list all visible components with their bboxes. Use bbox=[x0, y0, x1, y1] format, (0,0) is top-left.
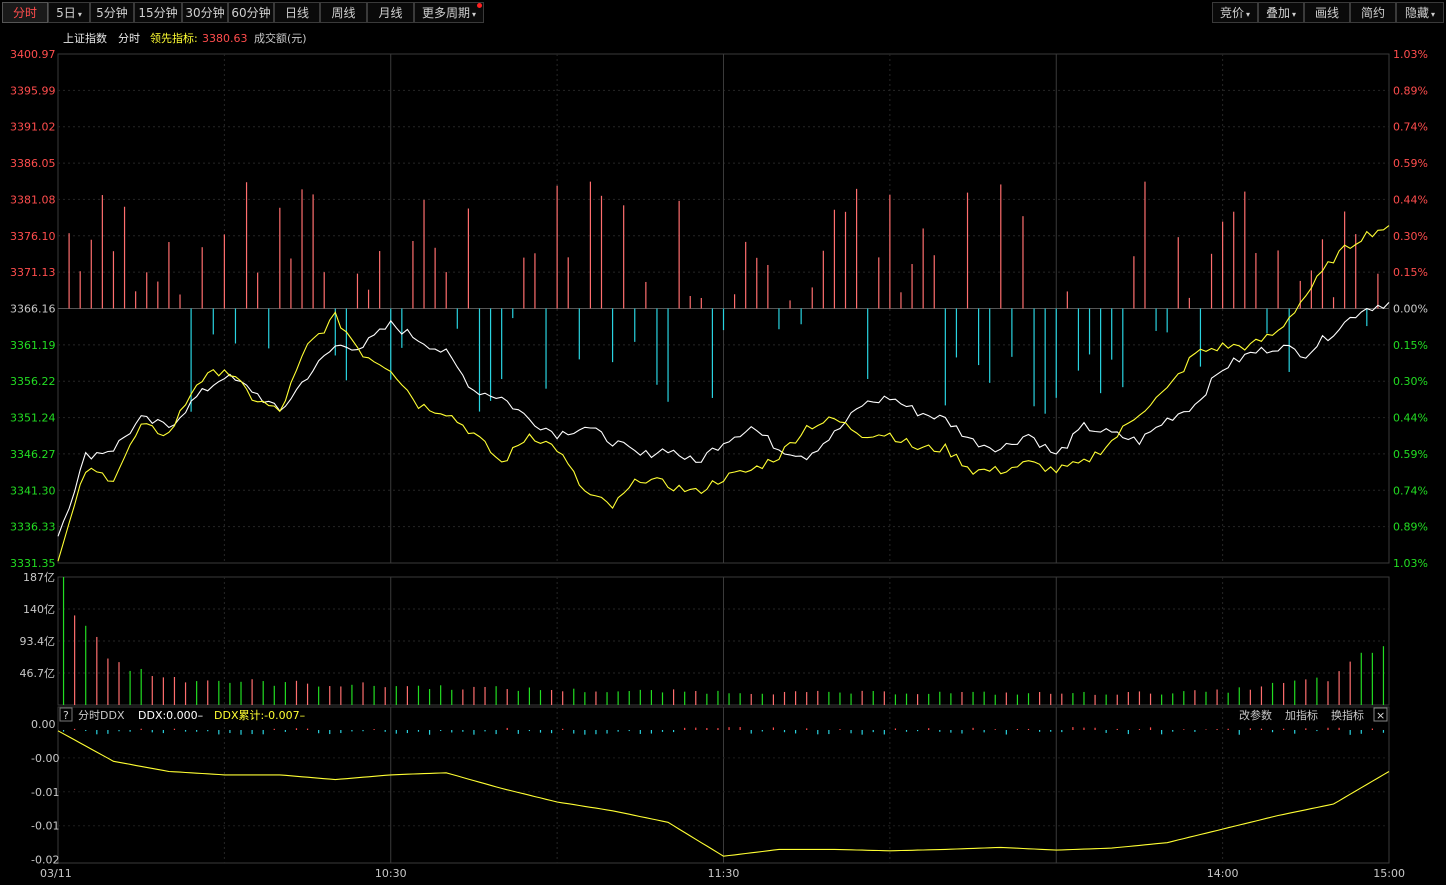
percent-axis-tick: 0.59% bbox=[1393, 157, 1428, 170]
grid bbox=[57, 53, 1390, 864]
price-axis-tick: 3346.27 bbox=[10, 448, 56, 461]
time-axis-tick: 11:30 bbox=[708, 867, 740, 880]
price-axis-tick: 3376.10 bbox=[10, 230, 56, 243]
time-axis-tick: 15:00 bbox=[1373, 867, 1405, 880]
percent-axis-tick: 0.44% bbox=[1393, 412, 1428, 425]
legend-mode: 分时 bbox=[118, 32, 140, 45]
legend-leading-value: 3380.63 bbox=[202, 32, 248, 45]
volume-axis-tick: 187亿 bbox=[23, 571, 55, 584]
price-axis-tick: 3386.05 bbox=[10, 157, 56, 170]
switch-indicator-button[interactable]: 换指标 bbox=[1331, 708, 1364, 722]
change-params-button[interactable]: 改参数 bbox=[1239, 708, 1272, 722]
percent-axis-tick: 0.74% bbox=[1393, 484, 1428, 497]
percent-axis-tick: 0.30% bbox=[1393, 230, 1428, 243]
percent-axis-tick: 0.30% bbox=[1393, 375, 1428, 388]
ddx-value: DDX:0.000– bbox=[138, 709, 203, 722]
axis-labels: 3400.97 1.03% 3395.99 0.89% 3391.02 0.74% 3386… bbox=[10, 48, 1428, 880]
ddx-cumulative-value: DDX累计:-0.007– bbox=[214, 709, 305, 722]
close-subpanel-glyph: × bbox=[1376, 709, 1385, 722]
volume-axis-tick: 46.7亿 bbox=[20, 667, 56, 680]
percent-axis-tick: 0.44% bbox=[1393, 193, 1428, 206]
percent-axis-tick: 0.59% bbox=[1393, 448, 1428, 461]
percent-axis-tick: 0.15% bbox=[1393, 339, 1428, 352]
price-axis-tick: 3371.13 bbox=[10, 266, 56, 279]
price-axis-tick: 3400.97 bbox=[10, 48, 56, 61]
percent-axis-tick: 1.03% bbox=[1393, 557, 1428, 570]
intraday-chart[interactable]: 3400.97 1.03% 3395.99 0.89% 3391.02 0.74% 3386… bbox=[0, 0, 1446, 885]
time-axis-tick: 03/11 bbox=[40, 867, 72, 880]
time-axis-tick: 10:30 bbox=[375, 867, 407, 880]
percent-axis-tick: 0.89% bbox=[1393, 521, 1428, 534]
ddx-axis-tick: -0.00 bbox=[31, 752, 59, 765]
price-axis-tick: 3336.33 bbox=[10, 521, 56, 534]
price-axis-tick: 3391.02 bbox=[10, 121, 56, 134]
ddx-axis-tick: -0.02 bbox=[31, 854, 59, 867]
percent-axis-tick: 1.03% bbox=[1393, 48, 1428, 61]
time-axis-tick: 14:00 bbox=[1207, 867, 1239, 880]
ddx-axis-tick: -0.01 bbox=[31, 786, 59, 799]
price-axis-tick: 3361.19 bbox=[10, 339, 56, 352]
ddx-axis-tick: 0.00 bbox=[31, 718, 56, 731]
ddx-indicator-name[interactable]: 分时DDX bbox=[78, 709, 125, 722]
price-axis-tick: 3341.30 bbox=[10, 484, 56, 497]
legend-volume-label: 成交额(元) bbox=[254, 31, 307, 45]
ddx-axis-tick: -0.01 bbox=[31, 820, 59, 833]
legend-leading-label: 领先指标: bbox=[150, 31, 198, 45]
legend-index-name: 上证指数 bbox=[63, 31, 107, 45]
price-axis-tick: 3351.24 bbox=[10, 412, 56, 425]
price-axis-tick: 3381.08 bbox=[10, 193, 56, 206]
price-axis-tick: 3395.99 bbox=[10, 84, 56, 97]
percent-axis-tick: 0.15% bbox=[1393, 266, 1428, 279]
help-icon-glyph: ? bbox=[63, 709, 69, 722]
volume-axis-tick: 140亿 bbox=[23, 603, 55, 616]
volume-axis-tick: 93.4亿 bbox=[20, 635, 56, 648]
legend: 上证指数 分时 领先指标: 3380.63 成交额(元) bbox=[63, 31, 307, 45]
percent-axis-tick: 0.89% bbox=[1393, 84, 1428, 97]
price-axis-tick: 3331.35 bbox=[10, 557, 56, 570]
price-axis-tick: 3366.16 bbox=[10, 303, 56, 316]
price-axis-tick: 3356.22 bbox=[10, 375, 56, 388]
percent-axis-tick: 0.74% bbox=[1393, 121, 1428, 134]
percent-axis-tick: 0.00% bbox=[1393, 303, 1428, 316]
add-indicator-button[interactable]: 加指标 bbox=[1285, 708, 1318, 722]
